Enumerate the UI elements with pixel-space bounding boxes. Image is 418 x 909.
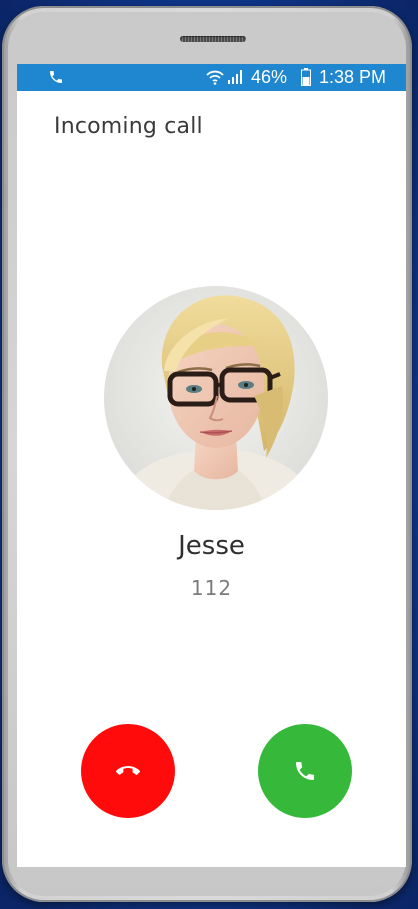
phone-icon [50,71,62,83]
screen: 46% 1:38 PM Incoming call Jesse 112 [17,64,406,867]
phone-answer-icon [296,762,314,780]
wifi-icon [206,70,224,85]
status-time: 1:38 PM [319,67,387,87]
caller-number: 112 [190,576,233,600]
caller-avatar [104,286,328,510]
speaker-grille [180,36,246,42]
phone-hangup-icon [116,766,140,775]
page-title: Incoming call [54,114,203,139]
status-bar: 46% 1:38 PM [17,64,406,91]
accept-call-button[interactable] [258,724,352,818]
decline-call-button[interactable] [81,724,175,818]
battery-percent: 46% [251,67,288,87]
battery-icon [301,68,311,86]
phone-frame: 46% 1:38 PM Incoming call Jesse 112 [2,6,412,902]
signal-icon [228,70,242,84]
caller-name: Jesse [178,531,245,561]
avatar-portrait [104,286,328,510]
